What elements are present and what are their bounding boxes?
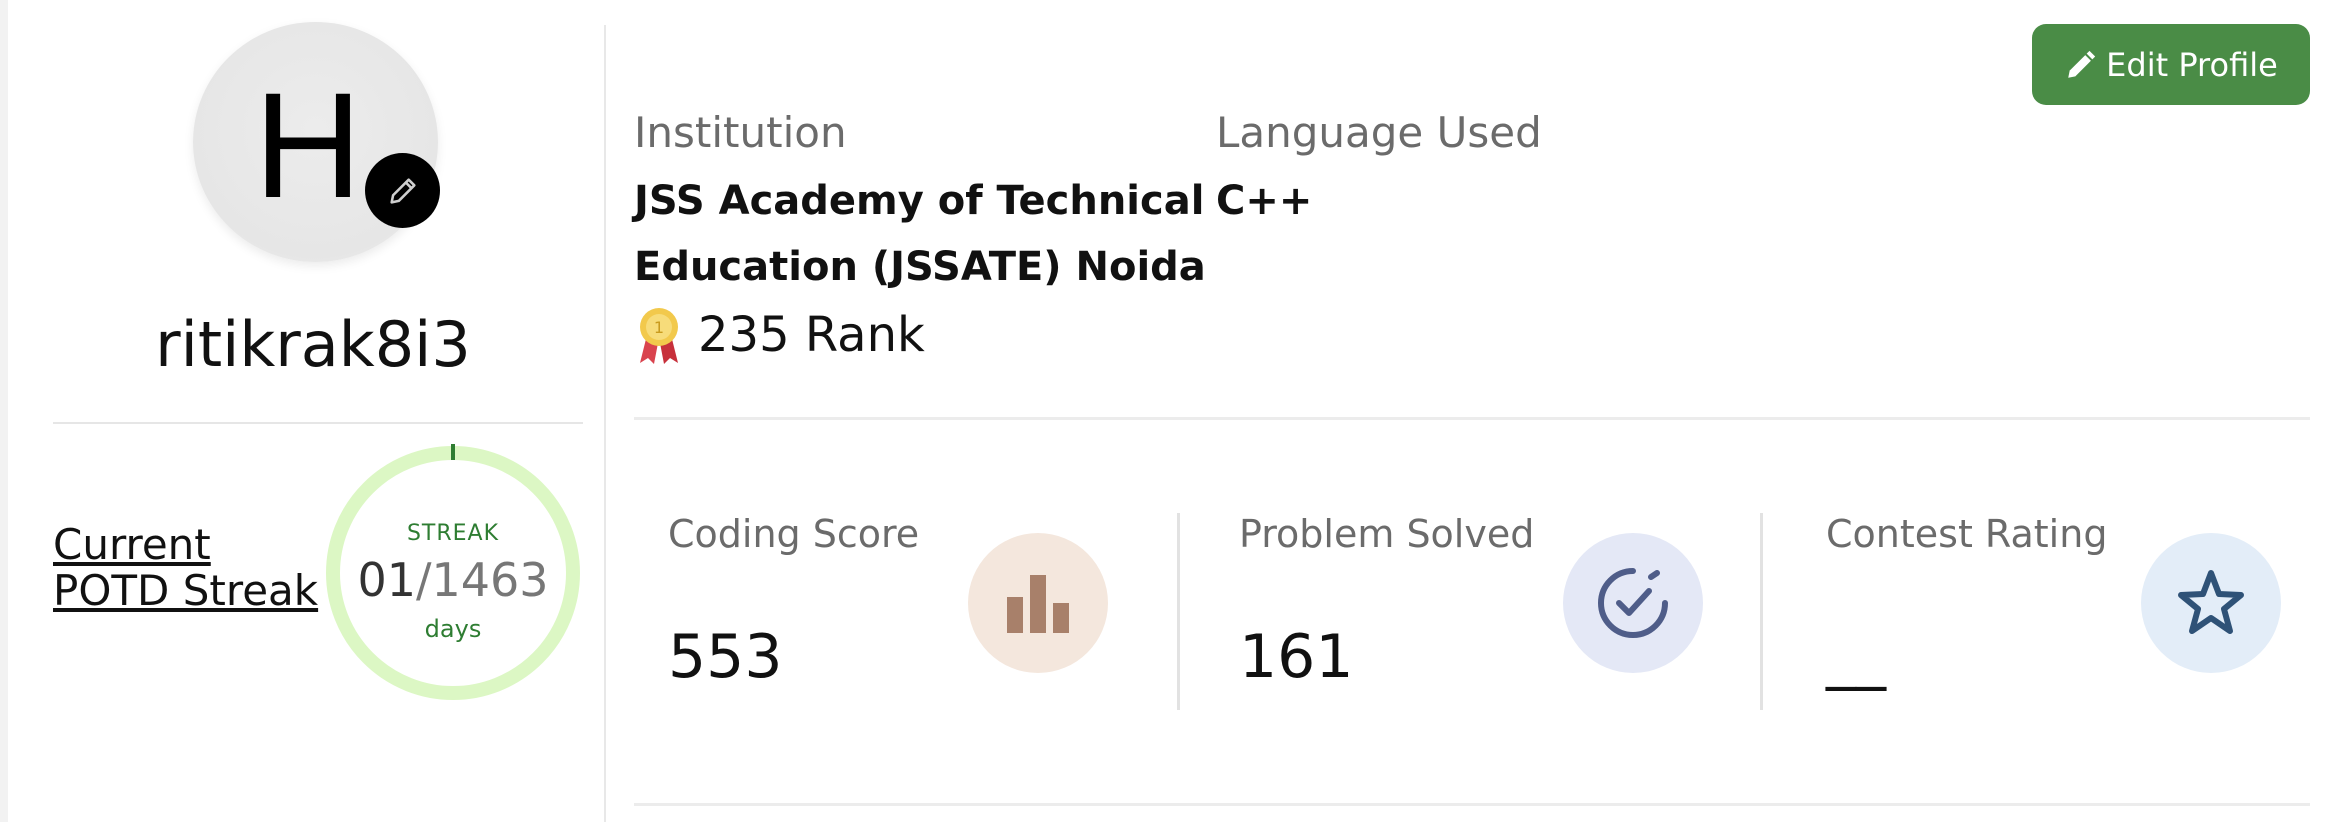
svg-text:1: 1 [654, 318, 664, 337]
rank: 1 235 Rank [634, 305, 925, 365]
streak-label-line1: Current [53, 520, 211, 569]
divider [53, 422, 583, 424]
check-circle-icon [1598, 568, 1668, 638]
edit-profile-label: Edit Profile [2106, 45, 2278, 84]
potd-streak-link[interactable]: Current POTD Streak [53, 522, 318, 614]
profile-panel: H ritikrak8i3 Current POTD Streak STREAK… [8, 0, 604, 822]
stat-separator [1177, 513, 1180, 710]
streak-label-line2: POTD Streak [53, 566, 319, 615]
pencil-icon [2068, 50, 2096, 78]
medal-icon: 1 [640, 308, 678, 364]
pencil-icon [389, 177, 416, 204]
contest-rating-icon-badge [2141, 533, 2281, 673]
info-divider [634, 417, 2310, 420]
problem-solved-icon-badge [1563, 533, 1703, 673]
streak-value: 01/1463 [322, 553, 584, 607]
stat-separator [1760, 513, 1763, 710]
left-edge-border [0, 0, 8, 822]
streak-caption: STREAK [406, 521, 500, 546]
institution-line1: JSS Academy of Technical [634, 178, 1205, 224]
contest-rating-label: Contest Rating [1826, 512, 2108, 556]
coding-score-value: 553 [668, 622, 783, 692]
edit-profile-button[interactable]: Edit Profile [2032, 24, 2310, 105]
problem-solved-value: 161 [1239, 622, 1354, 692]
language-label: Language Used [1216, 108, 1542, 157]
star-icon [2178, 570, 2244, 634]
avatar-edit-button[interactable] [365, 153, 440, 228]
streak-unit: days [424, 615, 482, 643]
stats-divider [634, 803, 2310, 806]
rank-text: 235 Rank [698, 307, 925, 363]
institution-line2: Education (JSSATE) Noida [634, 244, 1206, 290]
problem-solved-label: Problem Solved [1239, 512, 1535, 556]
institution-label: Institution [634, 108, 847, 157]
username: ritikrak8i3 [155, 308, 471, 381]
bar-chart-icon [1007, 575, 1069, 633]
coding-score-label: Coding Score [668, 512, 920, 556]
contest-rating-value: __ [1826, 622, 1886, 692]
coding-score-icon-badge [968, 533, 1108, 673]
language-value: C++ [1216, 178, 1313, 224]
streak-current: 01 [357, 553, 416, 607]
streak-total: 1463 [431, 553, 549, 607]
streak-slash: / [415, 553, 432, 607]
institution-value: JSS Academy of Technical Education (JSSA… [634, 168, 1206, 300]
vertical-divider [604, 25, 606, 822]
